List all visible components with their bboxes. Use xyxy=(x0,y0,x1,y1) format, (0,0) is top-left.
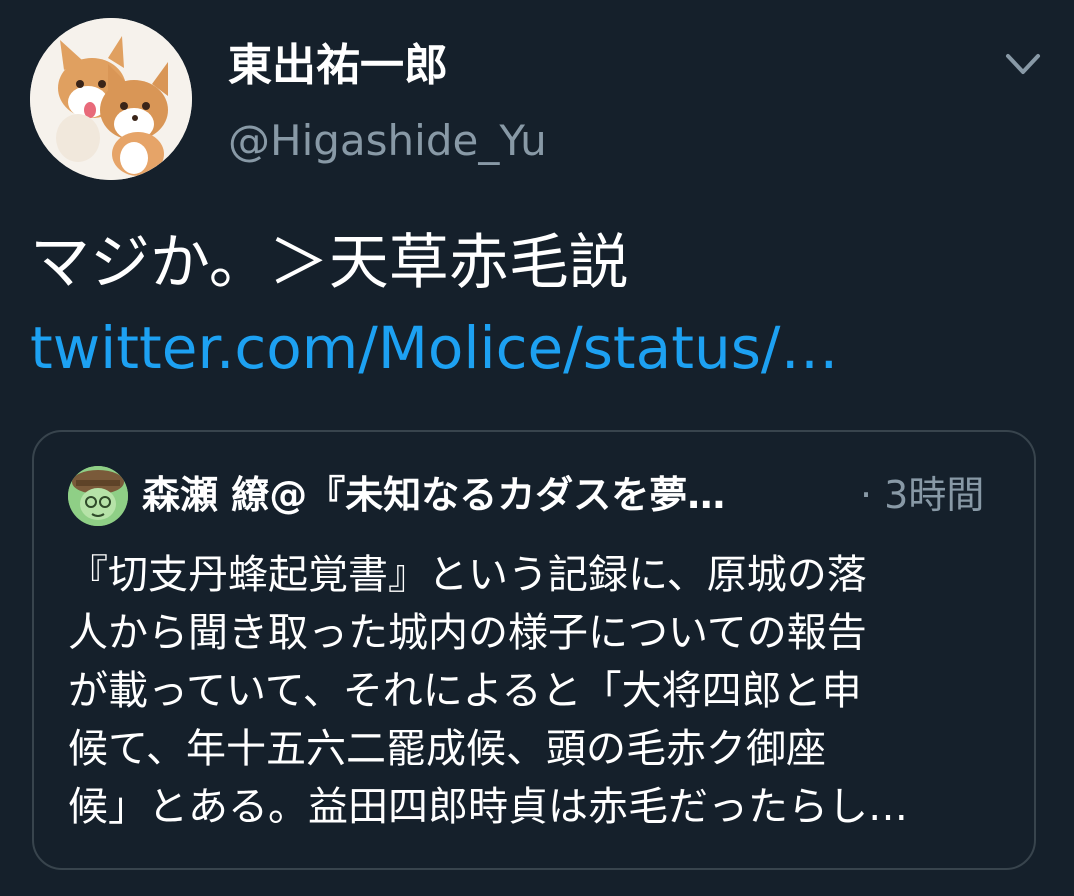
green-character-icon xyxy=(68,466,128,526)
quoted-tweet-time[interactable]: · 3時間 xyxy=(860,468,984,522)
quoted-text-line: 候」とある。益田四郎時貞は赤毛だったらし… xyxy=(68,784,908,830)
tweet-text: マジか。＞天草赤毛説 xyxy=(30,228,629,298)
tweet-card: 東出祐一郎 @Higashide_Yu マジか。＞天草赤毛説 twitter.c… xyxy=(0,0,1074,896)
tweet-link[interactable]: twitter.com/Molice/status/… xyxy=(30,312,838,384)
quoted-text-line: が載っていて、それによると「大将四郎と申 xyxy=(68,668,862,714)
author-display-name[interactable]: 東出祐一郎 xyxy=(228,38,448,94)
quoted-author-name[interactable]: 森瀬 繚@『未知なるカダスを夢… xyxy=(142,468,822,522)
quoted-text-line: 人から聞き取った城内の様子についての報告 xyxy=(68,610,867,656)
author-handle[interactable]: @Higashide_Yu xyxy=(228,114,547,168)
quoted-author-avatar[interactable] xyxy=(68,466,128,526)
quoted-text-line: 『切支丹蜂起覚書』という記録に、原城の落 xyxy=(68,552,867,598)
quoted-tweet[interactable]: 森瀬 繚@『未知なるカダスを夢… · 3時間 『切支丹蜂起覚書』という記録に、原… xyxy=(32,430,1036,870)
quoted-tweet-text: 『切支丹蜂起覚書』という記録に、原城の落 人から聞き取った城内の様子についての報… xyxy=(68,546,908,836)
author-avatar[interactable] xyxy=(30,18,192,180)
quoted-text-line: 候て、年十五六二罷成候、頭の毛赤ク御座 xyxy=(68,726,826,772)
chevron-down-icon[interactable] xyxy=(1000,44,1046,84)
corgi-dogs-icon xyxy=(30,18,192,180)
